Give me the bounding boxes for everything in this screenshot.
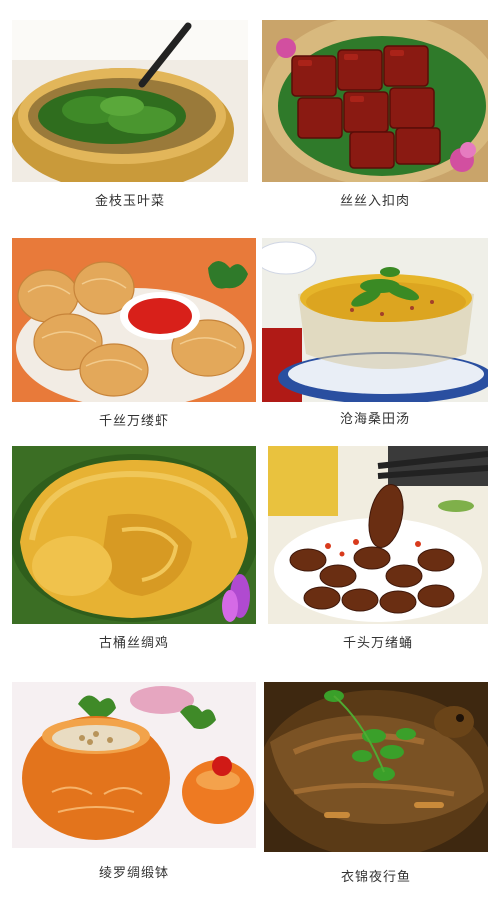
dish-name: 古桶丝绸鸡 [98, 636, 169, 651]
dish-name: 沧海桑田汤 [339, 412, 410, 427]
dish-photo-pumpkin-bowl [12, 682, 256, 848]
dish-name: 千头万绪蛹 [342, 636, 413, 651]
dish-name: 丝丝入扣肉 [339, 194, 410, 209]
dish-photo-fried-shrimp [12, 238, 256, 402]
dish-name: 衣锦夜行鱼 [340, 870, 411, 885]
dish-photo-greens-soup [12, 20, 248, 182]
dish-photo-braised-fish [264, 682, 488, 852]
dish-name: 绫罗绸缎钵 [98, 866, 169, 881]
dish-photo-whole-chicken [12, 446, 256, 624]
dish-name: 金枝玉叶菜 [94, 194, 165, 209]
dish-photo-golden-soup [262, 238, 488, 402]
dish-photo-braised-pork [262, 20, 488, 182]
dish-photo-silkworm-pupae [268, 446, 488, 624]
dish-name: 千丝万缕虾 [98, 414, 169, 429]
